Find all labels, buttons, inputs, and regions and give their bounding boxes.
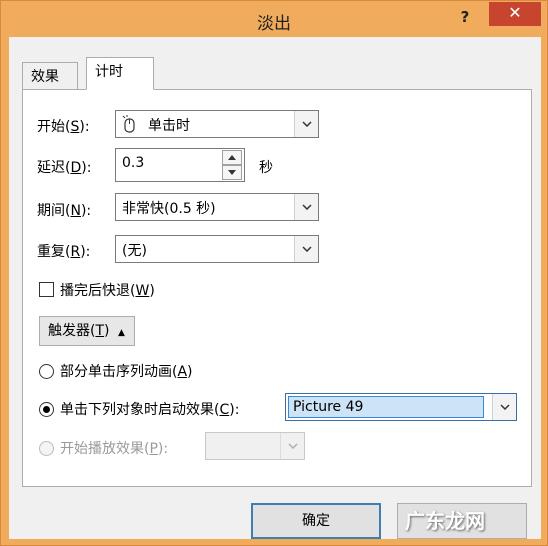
dialog-body: 效果 计时 开始(S): 单击时 延迟(D): 0.3 秒 期间(N): 非常快… [9, 37, 541, 539]
chevron-down-icon[interactable] [294, 236, 318, 262]
on-click-label: 单击下列对象时启动效果(C): [60, 402, 240, 418]
tab-timing[interactable]: 计时 [86, 57, 154, 90]
duration-value: 非常快(0.5 秒) [122, 201, 216, 217]
mouse-click-icon [122, 115, 138, 137]
start-label: 开始(S): [37, 119, 90, 135]
tab-effect[interactable]: 效果 [22, 62, 78, 89]
start-value: 单击时 [148, 118, 190, 134]
trigger-label: 触发器(T) [48, 323, 110, 339]
duration-select[interactable]: 非常快(0.5 秒) [115, 193, 319, 221]
spin-down-icon[interactable] [222, 165, 242, 180]
repeat-value: (无) [122, 243, 147, 259]
watermark: 广东龙网 [405, 509, 485, 533]
spin-up-icon[interactable] [222, 150, 242, 165]
chevron-down-icon[interactable] [294, 111, 318, 137]
sequence-label: 部分单击序列动画(A) [60, 364, 193, 380]
chevron-down-icon [280, 433, 304, 459]
sequence-radio[interactable] [39, 364, 54, 379]
trigger-object-select[interactable]: Picture 49 [285, 393, 517, 421]
on-play-label: 开始播放效果(P): [60, 441, 169, 457]
repeat-label: 重复(R): [37, 244, 91, 260]
start-select[interactable]: 单击时 [115, 110, 319, 138]
delay-label: 延迟(D): [37, 160, 92, 176]
on-click-radio[interactable] [39, 402, 54, 417]
chevron-down-icon[interactable] [492, 394, 516, 420]
timing-panel: 开始(S): 单击时 延迟(D): 0.3 秒 期间(N): 非常快(0.5 秒… [22, 89, 532, 487]
trigger-object-value: Picture 49 [288, 396, 484, 418]
delay-unit: 秒 [259, 160, 273, 176]
close-button[interactable]: ✕ [489, 2, 541, 26]
delay-stepper[interactable]: 0.3 [115, 148, 245, 182]
dialog-window: 淡出 ? ✕ 效果 计时 开始(S): 单击时 延迟(D): 0.3 秒 期间(… [0, 0, 548, 546]
duration-label: 期间(N): [37, 203, 92, 219]
repeat-select[interactable]: (无) [115, 235, 319, 263]
ok-button[interactable]: 确定 [251, 503, 381, 539]
title-bar: 淡出 ? ✕ [1, 1, 547, 37]
bookmark-select [205, 432, 305, 460]
rewind-label: 播完后快退(W) [60, 283, 155, 299]
rewind-checkbox[interactable] [39, 282, 54, 297]
on-play-radio [39, 441, 54, 456]
delay-value: 0.3 [122, 155, 145, 171]
collapse-icon: ▲ [117, 328, 125, 338]
help-button[interactable]: ? [453, 5, 477, 29]
trigger-button[interactable]: 触发器(T) ▲ [39, 316, 135, 346]
chevron-down-icon[interactable] [294, 194, 318, 220]
